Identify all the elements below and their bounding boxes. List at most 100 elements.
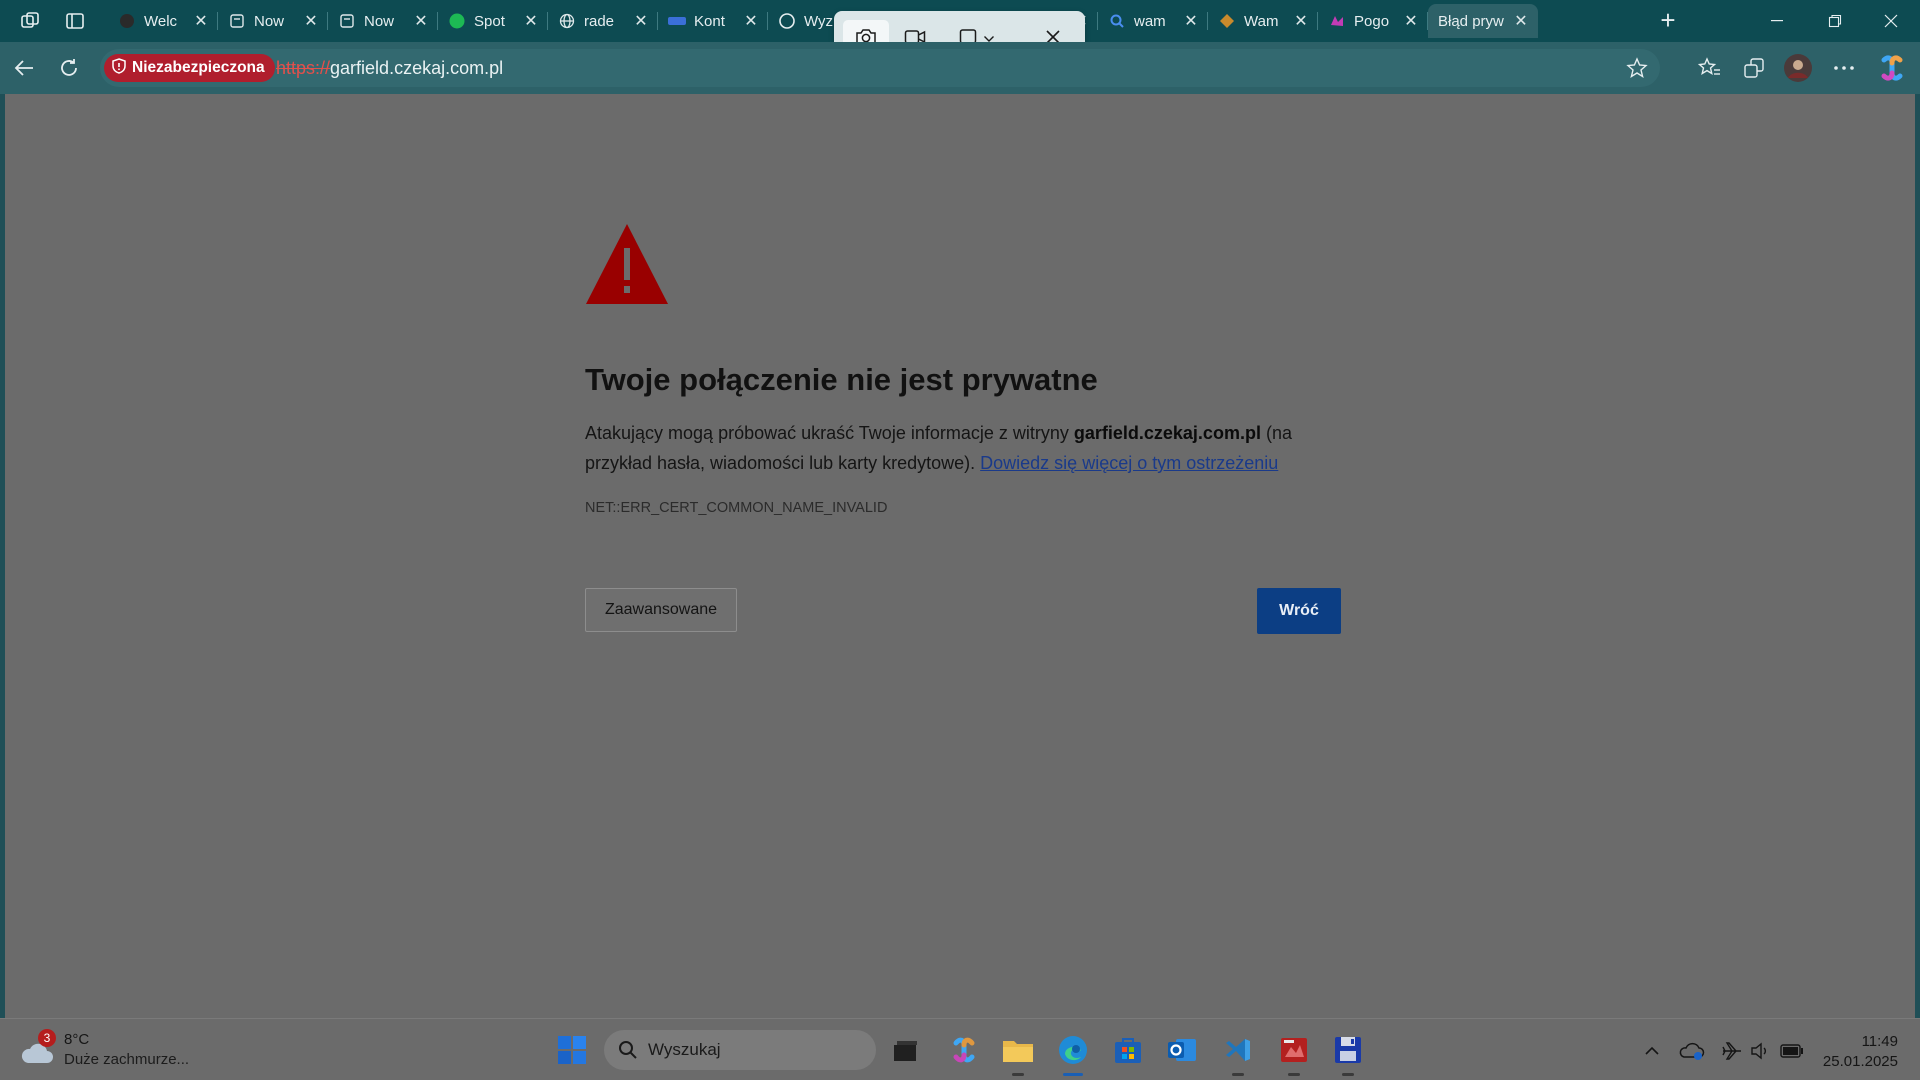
advanced-button[interactable]: Zaawansowane (585, 588, 737, 632)
close-tab-icon[interactable]: ✕ (190, 11, 212, 31)
page-favicon (338, 12, 356, 30)
outlook-icon[interactable] (1164, 1032, 1200, 1068)
tab-active[interactable]: Błąd pryw ✕ (1428, 4, 1538, 38)
shield-warning-icon (112, 57, 126, 79)
profile-avatar[interactable] (1782, 52, 1814, 84)
collections-icon[interactable] (1738, 52, 1770, 84)
clock-date: 25.01.2025 (1822, 1053, 1898, 1070)
close-window-icon[interactable] (1862, 0, 1920, 42)
close-tab-icon[interactable]: ✕ (1180, 11, 1202, 31)
back-arrow-icon[interactable] (8, 52, 40, 84)
search-icon (618, 1040, 638, 1065)
tab[interactable]: Spot ✕ (438, 4, 548, 38)
new-tab-button[interactable]: + (1652, 4, 1684, 36)
url-text[interactable]: https://garfield.czekaj.com.pl (276, 58, 503, 79)
page-favicon (228, 12, 246, 30)
taskbar: 3 8°C Duże zachmurze... Wyszukaj 11:49 2… (0, 1018, 1920, 1080)
vscode-icon[interactable] (1220, 1032, 1256, 1076)
refresh-icon[interactable] (53, 52, 85, 84)
not-secure-badge[interactable]: Niezabezpieczona (104, 54, 275, 82)
url-host: garfield.czekaj.com.pl (330, 58, 504, 78)
desc-text: Atakujący mogą próbować ukraść Twoje inf… (585, 423, 1074, 443)
tab[interactable]: Welc ✕ (108, 4, 218, 38)
copilot-icon[interactable] (1876, 52, 1908, 84)
tab[interactable]: Wam ✕ (1208, 4, 1318, 38)
diamond-favicon (1218, 12, 1236, 30)
restore-icon[interactable] (1806, 0, 1864, 42)
close-tab-icon[interactable]: ✕ (1510, 11, 1532, 31)
close-tab-icon[interactable]: ✕ (740, 11, 762, 31)
close-tab-icon[interactable]: ✕ (520, 11, 542, 31)
tab-list: Welc ✕ Now ✕ Now ✕ Spot ✕ rade ✕ Kont ✕ (108, 4, 1538, 42)
search-favicon (1108, 12, 1126, 30)
more-options-icon[interactable] (1828, 52, 1860, 84)
close-tab-icon[interactable]: ✕ (630, 11, 652, 31)
browser-toolbar: Niezabezpieczona https://garfield.czekaj… (0, 42, 1920, 94)
copilot-app-icon[interactable] (946, 1032, 982, 1068)
tab-title: rade (584, 12, 615, 30)
minimize-icon[interactable] (1748, 0, 1806, 42)
search-placeholder: Wyszukaj (648, 1040, 721, 1059)
error-description: Atakujący mogą próbować ukraść Twoje inf… (585, 418, 1325, 478)
onedrive-icon[interactable] (1678, 1037, 1706, 1065)
page-title: Twoje połączenie nie jest prywatne (585, 362, 1098, 397)
airplane-mode-icon[interactable] (1718, 1037, 1746, 1065)
running-indicator (1063, 1073, 1083, 1076)
close-tab-icon[interactable]: ✕ (1290, 11, 1312, 31)
floppy-save-icon[interactable] (1330, 1032, 1366, 1076)
running-indicator (1288, 1073, 1300, 1076)
tab[interactable]: Now ✕ (218, 4, 328, 38)
weather-temperature: 8°C (64, 1031, 90, 1048)
tab-title: Now (254, 12, 285, 30)
task-view-icon[interactable] (888, 1032, 924, 1068)
edge-icon[interactable] (1055, 1032, 1091, 1076)
learn-more-link[interactable]: Dowiedz się więcej o tym ostrzeżeniu (980, 453, 1278, 473)
spotify-favicon (448, 12, 466, 30)
globe-favicon (558, 12, 576, 30)
url-scheme: https:// (276, 58, 331, 78)
close-tab-icon[interactable]: ✕ (1400, 11, 1422, 31)
tab-title: Kont (694, 12, 725, 30)
tab[interactable]: Pogo ✕ (1318, 4, 1428, 38)
clock-time: 11:49 (1861, 1033, 1898, 1050)
notification-badge: 3 (38, 1029, 56, 1047)
tab-title: Welc (144, 12, 178, 30)
battery-icon[interactable] (1778, 1037, 1806, 1065)
page-viewport: Twoje połączenie nie jest prywatne Ataku… (5, 94, 1915, 1018)
favorite-star-icon[interactable] (1626, 57, 1648, 84)
go-back-button[interactable]: Wróć (1257, 588, 1341, 634)
close-tab-icon[interactable]: ✕ (300, 11, 322, 31)
tab[interactable]: Now ✕ (328, 4, 438, 38)
chevron-up-icon[interactable] (1638, 1037, 1666, 1065)
tab-title: wam (1134, 12, 1166, 30)
volume-icon[interactable] (1746, 1037, 1774, 1065)
github-favicon (118, 12, 136, 30)
running-indicator (1012, 1073, 1024, 1076)
file-explorer-icon[interactable] (1000, 1032, 1036, 1076)
error-code: NET::ERR_CERT_COMMON_NAME_INVALID (585, 500, 888, 516)
address-bar[interactable]: Niezabezpieczona https://garfield.czekaj… (100, 49, 1660, 87)
vertical-tabs-icon[interactable] (60, 6, 90, 36)
site-host: garfield.czekaj.com.pl (1073, 423, 1261, 443)
running-indicator (1232, 1073, 1244, 1076)
not-secure-label: Niezabezpieczona (132, 59, 265, 76)
system-clock[interactable]: 11:49 25.01.2025 (1823, 1032, 1898, 1072)
workspaces-icon[interactable] (15, 6, 45, 36)
pdf-app-icon[interactable] (1276, 1032, 1312, 1076)
store-icon[interactable] (1110, 1032, 1146, 1068)
weather-favicon (1328, 12, 1346, 30)
tab-title: Pogo (1354, 12, 1390, 30)
tab-title: Now (364, 12, 395, 30)
tab-title: Spot (474, 12, 505, 30)
close-tab-icon[interactable]: ✕ (410, 11, 432, 31)
tab[interactable]: rade ✕ (548, 4, 658, 38)
tab[interactable]: Kont ✕ (658, 4, 768, 38)
favorites-icon[interactable] (1694, 52, 1726, 84)
running-indicator (1342, 1073, 1354, 1076)
start-button[interactable] (554, 1032, 590, 1068)
link-favicon (668, 12, 686, 30)
taskbar-search[interactable]: Wyszukaj (604, 1030, 876, 1070)
tab-title: Błąd pryw (1438, 12, 1504, 30)
weather-widget[interactable]: 3 8°C Duże zachmurze... (20, 1029, 200, 1073)
tab[interactable]: wam ✕ (1098, 4, 1208, 38)
